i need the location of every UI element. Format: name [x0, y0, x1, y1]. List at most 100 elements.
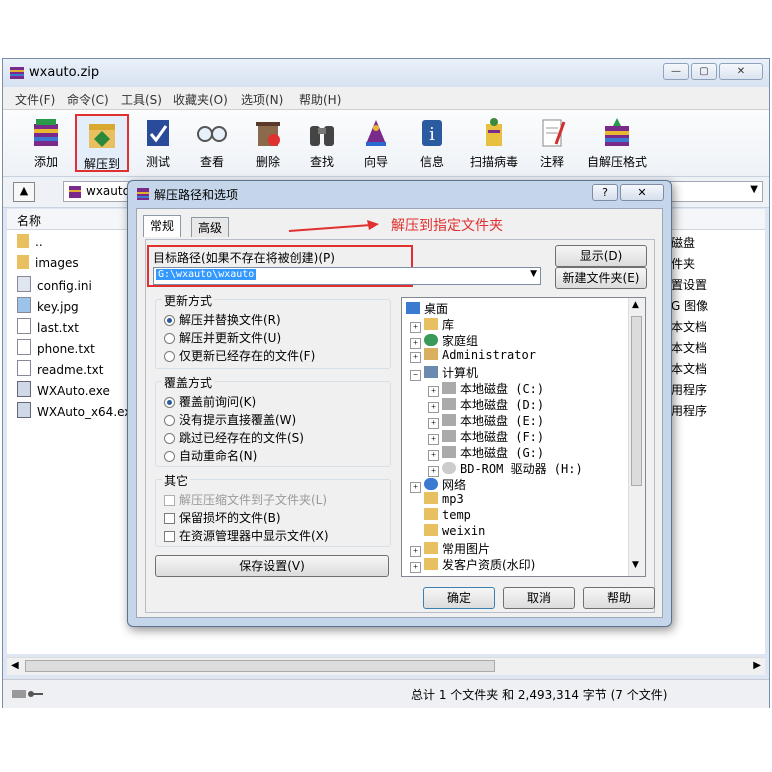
list-item[interactable]: ..: [17, 234, 43, 252]
tree-scroll-thumb[interactable]: [631, 316, 642, 486]
radio-replace[interactable]: 解压并替换文件(R): [164, 311, 281, 328]
find-button[interactable]: 查找: [295, 114, 349, 172]
radio-skip[interactable]: 跳过已经存在的文件(S): [164, 429, 304, 446]
cancel-button[interactable]: 取消: [503, 587, 575, 609]
title-bar: wxauto.zip — ▢ ✕: [3, 59, 769, 87]
column-name[interactable]: 名称: [17, 212, 41, 229]
menu-command[interactable]: 命令(C): [67, 91, 109, 108]
list-item[interactable]: config.ini: [17, 276, 92, 294]
up-folder-button[interactable]: ▲: [13, 182, 35, 202]
other-options-group: 其它 解压压缩文件到子文件夹(L) 保留损坏的文件(B) 在资源管理器中显示文件…: [155, 472, 391, 547]
network-icon: [424, 478, 438, 490]
save-settings-button[interactable]: 保存设置(V): [155, 555, 389, 577]
menu-favorites[interactable]: 收藏夹(O): [173, 91, 228, 108]
scroll-right-icon[interactable]: ▶: [753, 660, 761, 671]
list-item[interactable]: WXAuto.exe: [17, 381, 110, 399]
tree-node[interactable]: 桌面: [406, 300, 448, 317]
test-book-icon: [147, 120, 169, 146]
ok-button[interactable]: 确定: [423, 587, 495, 609]
list-item[interactable]: key.jpg: [17, 297, 79, 315]
tree-node[interactable]: + 本地磁盘 (F:): [428, 428, 544, 445]
add-button[interactable]: 添加: [19, 114, 73, 172]
extract-to-button[interactable]: 解压到: [75, 114, 129, 172]
view-button[interactable]: 查看: [185, 114, 239, 172]
scroll-left-icon[interactable]: ◀: [11, 660, 19, 671]
radio-icon: [164, 351, 175, 362]
show-button[interactable]: 显示(D): [555, 245, 647, 267]
list-item[interactable]: last.txt: [17, 318, 79, 336]
tree-node[interactable]: + 库: [410, 316, 454, 333]
status-text: 总计 1 个文件夹 和 2,493,314 字节 (7 个文件): [411, 688, 668, 702]
tree-node[interactable]: + 家庭组: [410, 332, 478, 349]
tree-node[interactable]: weixin: [424, 524, 485, 538]
tree-node[interactable]: temp: [424, 508, 471, 522]
tree-node[interactable]: + Administrator: [410, 348, 536, 363]
chevron-down-icon[interactable]: ▼: [750, 184, 758, 195]
scroll-up-icon[interactable]: ▲: [632, 300, 639, 310]
dialog-help-button[interactable]: ?: [592, 184, 618, 201]
tree-node[interactable]: − 计算机: [410, 364, 478, 381]
dialog-close-button[interactable]: ✕: [620, 184, 664, 201]
minimize-button[interactable]: —: [663, 63, 689, 80]
new-folder-button[interactable]: 新建文件夹(E): [555, 267, 647, 289]
collapse-icon[interactable]: −: [410, 370, 421, 381]
menu-help[interactable]: 帮助(H): [299, 91, 341, 108]
list-item[interactable]: images: [17, 255, 79, 273]
text-file-icon: [17, 339, 31, 355]
settings-file-icon: [17, 276, 31, 292]
path-input[interactable]: G:\wxauto\wxauto ▼: [153, 267, 541, 285]
scan-virus-button[interactable]: 扫描病毒: [467, 114, 521, 172]
tab-advanced[interactable]: 高级: [191, 217, 230, 237]
comment-button[interactable]: 注释: [525, 114, 579, 172]
svg-text:i: i: [429, 124, 435, 145]
radio-rename[interactable]: 自动重命名(N): [164, 447, 257, 464]
radio-fresh-existing[interactable]: 仅更新已经存在的文件(F): [164, 347, 315, 364]
tree-node[interactable]: + 本地磁盘 (C:): [428, 380, 544, 397]
expand-icon[interactable]: +: [410, 352, 421, 363]
scroll-thumb[interactable]: [25, 660, 495, 672]
list-item[interactable]: WXAuto_x64.exe: [17, 402, 138, 420]
library-icon: [424, 318, 438, 330]
info-icon: i: [422, 120, 442, 146]
maximize-button[interactable]: ▢: [691, 63, 717, 80]
check-subfolder[interactable]: 解压压缩文件到子文件夹(L): [164, 491, 327, 508]
tree-node[interactable]: + 本地磁盘 (D:): [428, 396, 544, 413]
cdrom-icon: [442, 462, 456, 474]
test-button[interactable]: 测试: [131, 114, 185, 172]
window-title: wxauto.zip: [29, 65, 100, 80]
help-button[interactable]: 帮助: [583, 587, 655, 609]
wizard-button[interactable]: 向导: [349, 114, 403, 172]
radio-overwrite[interactable]: 没有提示直接覆盖(W): [164, 411, 296, 428]
tree-node[interactable]: + 常用图片: [410, 540, 490, 557]
close-button[interactable]: ✕: [719, 63, 763, 80]
tree-vertical-scrollbar[interactable]: ▲ ▼: [628, 298, 645, 576]
path-value: G:\wxauto\wxauto: [156, 269, 257, 280]
extract-folder-icon: [89, 124, 115, 148]
radio-ask[interactable]: 覆盖前询问(K): [164, 393, 256, 410]
menu-options[interactable]: 选项(N): [241, 91, 283, 108]
tree-node[interactable]: + 本地磁盘 (G:): [428, 444, 544, 461]
menu-file[interactable]: 文件(F): [15, 91, 55, 108]
check-keep-broken[interactable]: 保留损坏的文件(B): [164, 509, 281, 526]
check-show-in-explorer[interactable]: 在资源管理器中显示文件(X): [164, 527, 329, 544]
tree-node[interactable]: + 网络: [410, 476, 466, 493]
expand-icon[interactable]: +: [410, 562, 421, 573]
horizontal-scrollbar[interactable]: ◀ ▶: [7, 657, 765, 675]
sfx-button[interactable]: 自解压格式: [587, 114, 647, 172]
tree-node[interactable]: + 本地磁盘 (E:): [428, 412, 544, 429]
list-item[interactable]: phone.txt: [17, 339, 95, 357]
folder-tree[interactable]: 桌面 + 库 + 家庭组 + Administrator − 计算机 + 本地磁盘 (C:…: [401, 297, 646, 577]
info-button[interactable]: i 信息: [405, 114, 459, 172]
radio-update[interactable]: 解压并更新文件(U): [164, 329, 281, 346]
tree-node[interactable]: mp3: [424, 492, 464, 506]
menu-tools[interactable]: 工具(S): [121, 91, 162, 108]
scroll-down-icon[interactable]: ▼: [632, 560, 639, 570]
expand-icon[interactable]: +: [410, 482, 421, 493]
tree-node[interactable]: + 发客户资质(水印): [410, 556, 535, 573]
path-dropdown-chevron-icon[interactable]: ▼: [530, 269, 537, 279]
list-item[interactable]: readme.txt: [17, 360, 103, 378]
tab-general[interactable]: 常规: [143, 215, 182, 237]
checkbox-icon: [164, 513, 175, 524]
tree-node[interactable]: + BD-ROM 驱动器 (H:): [428, 460, 583, 477]
delete-button[interactable]: 删除: [241, 114, 295, 172]
